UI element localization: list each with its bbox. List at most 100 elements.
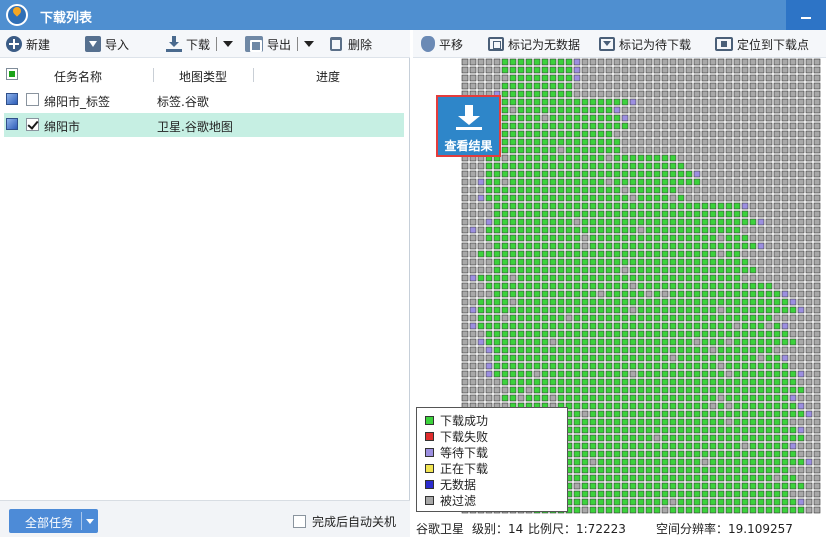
map-tile[interactable] — [773, 122, 781, 130]
map-tile[interactable] — [661, 466, 669, 474]
map-tile[interactable] — [749, 258, 757, 266]
map-tile[interactable] — [661, 410, 669, 418]
map-tile[interactable] — [733, 386, 741, 394]
map-tile[interactable] — [741, 226, 749, 234]
map-tile[interactable] — [669, 74, 677, 82]
map-tile[interactable] — [773, 402, 781, 410]
map-tile[interactable] — [461, 82, 469, 90]
map-tile[interactable] — [781, 362, 789, 370]
map-tile[interactable] — [741, 210, 749, 218]
map-tile[interactable] — [557, 170, 565, 178]
map-tile[interactable] — [581, 242, 589, 250]
map-tile[interactable] — [573, 426, 581, 434]
map-tile[interactable] — [549, 362, 557, 370]
map-tile[interactable] — [573, 418, 581, 426]
map-tile[interactable] — [589, 146, 597, 154]
map-tile[interactable] — [589, 434, 597, 442]
map-tile[interactable] — [613, 218, 621, 226]
map-tile[interactable] — [701, 162, 709, 170]
map-tile[interactable] — [669, 386, 677, 394]
map-tile[interactable] — [693, 250, 701, 258]
map-tile[interactable] — [573, 82, 581, 90]
map-tile[interactable] — [509, 394, 517, 402]
map-tile[interactable] — [789, 258, 797, 266]
map-tile[interactable] — [661, 58, 669, 66]
map-tile[interactable] — [581, 106, 589, 114]
map-tile[interactable] — [637, 306, 645, 314]
map-tile[interactable] — [757, 442, 765, 450]
map-tile[interactable] — [581, 298, 589, 306]
map-tile[interactable] — [741, 370, 749, 378]
map-tile[interactable] — [485, 266, 493, 274]
map-tile[interactable] — [693, 426, 701, 434]
map-tile[interactable] — [733, 474, 741, 482]
map-tile[interactable] — [757, 370, 765, 378]
map-tile[interactable] — [605, 194, 613, 202]
map-tile[interactable] — [589, 138, 597, 146]
map-tile[interactable] — [781, 410, 789, 418]
map-tile[interactable] — [597, 314, 605, 322]
map-tile[interactable] — [533, 378, 541, 386]
map-tile[interactable] — [517, 162, 525, 170]
map-tile[interactable] — [757, 258, 765, 266]
map-tile[interactable] — [813, 178, 821, 186]
map-tile[interactable] — [485, 178, 493, 186]
map-tile[interactable] — [517, 322, 525, 330]
map-tile[interactable] — [797, 194, 805, 202]
map-tile[interactable] — [805, 138, 813, 146]
map-tile[interactable] — [773, 98, 781, 106]
map-tile[interactable] — [781, 146, 789, 154]
map-tile[interactable] — [733, 290, 741, 298]
map-tile[interactable] — [669, 90, 677, 98]
map-tile[interactable] — [709, 66, 717, 74]
map-tile[interactable] — [565, 234, 573, 242]
map-tile[interactable] — [781, 66, 789, 74]
map-tile[interactable] — [669, 98, 677, 106]
map-tile[interactable] — [757, 250, 765, 258]
map-tile[interactable] — [549, 242, 557, 250]
map-tile[interactable] — [805, 194, 813, 202]
map-tile[interactable] — [701, 474, 709, 482]
map-tile[interactable] — [781, 386, 789, 394]
map-tile[interactable] — [661, 130, 669, 138]
map-tile[interactable] — [701, 186, 709, 194]
map-tile[interactable] — [613, 314, 621, 322]
map-tile[interactable] — [757, 506, 765, 514]
map-tile[interactable] — [517, 242, 525, 250]
map-tile[interactable] — [477, 306, 485, 314]
map-tile[interactable] — [709, 450, 717, 458]
map-tile[interactable] — [581, 498, 589, 506]
map-tile[interactable] — [669, 138, 677, 146]
map-tile[interactable] — [781, 314, 789, 322]
map-tile[interactable] — [637, 370, 645, 378]
map-tile[interactable] — [805, 362, 813, 370]
map-tile[interactable] — [461, 306, 469, 314]
map-tile[interactable] — [709, 402, 717, 410]
map-tile[interactable] — [573, 314, 581, 322]
map-tile[interactable] — [509, 138, 517, 146]
map-tile[interactable] — [693, 186, 701, 194]
map-tile[interactable] — [701, 346, 709, 354]
map-tile[interactable] — [557, 122, 565, 130]
map-tile[interactable] — [589, 298, 597, 306]
map-tile[interactable] — [557, 338, 565, 346]
map-tile[interactable] — [621, 242, 629, 250]
map-tile[interactable] — [709, 106, 717, 114]
map-tile[interactable] — [741, 386, 749, 394]
map-tile[interactable] — [757, 210, 765, 218]
map-tile[interactable] — [597, 498, 605, 506]
map-tile[interactable] — [501, 282, 509, 290]
map-tile[interactable] — [533, 66, 541, 74]
map-tile[interactable] — [789, 162, 797, 170]
map-tile[interactable] — [797, 66, 805, 74]
map-tile[interactable] — [653, 442, 661, 450]
map-tile[interactable] — [781, 290, 789, 298]
map-tile[interactable] — [549, 58, 557, 66]
map-tile[interactable] — [645, 378, 653, 386]
map-tile[interactable] — [757, 122, 765, 130]
map-tile[interactable] — [701, 274, 709, 282]
map-tile[interactable] — [797, 202, 805, 210]
map-tile[interactable] — [557, 330, 565, 338]
map-tile[interactable] — [677, 146, 685, 154]
map-tile[interactable] — [813, 234, 821, 242]
